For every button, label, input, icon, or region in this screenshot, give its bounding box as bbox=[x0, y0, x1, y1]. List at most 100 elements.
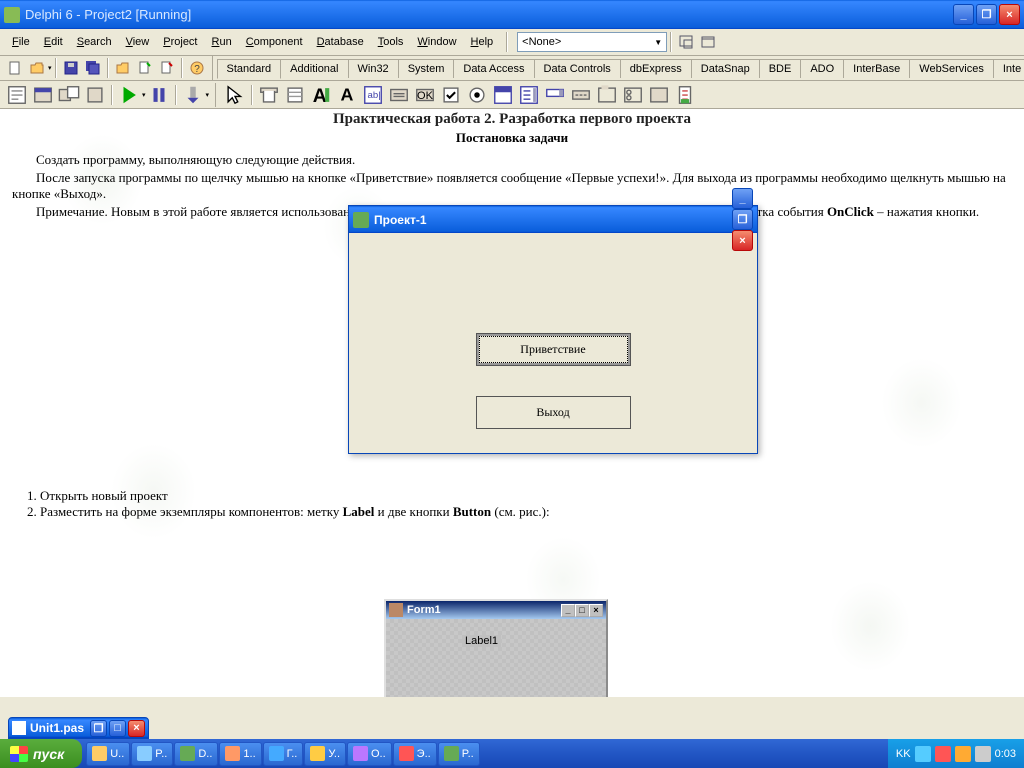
tab-datasnap[interactable]: DataSnap bbox=[691, 59, 760, 78]
save-icon[interactable] bbox=[61, 58, 81, 78]
form1-maximize[interactable]: □ bbox=[575, 604, 589, 617]
exit-button[interactable]: Выход bbox=[476, 396, 631, 429]
tab-bde[interactable]: BDE bbox=[759, 59, 802, 78]
toggle-form-unit-icon[interactable] bbox=[57, 83, 81, 107]
radiogroup-icon[interactable] bbox=[569, 83, 593, 107]
tab-ado[interactable]: ADO bbox=[800, 59, 844, 78]
task-item[interactable]: P.. bbox=[131, 742, 173, 766]
language-indicator[interactable]: KK bbox=[896, 748, 911, 760]
listbox-icon[interactable] bbox=[465, 83, 489, 107]
tray-icon[interactable] bbox=[935, 746, 951, 762]
mainmenu-icon[interactable] bbox=[257, 83, 281, 107]
menu-help[interactable]: Help bbox=[464, 34, 501, 50]
running-app-titlebar[interactable]: Проект-1 _ ❐ × bbox=[349, 206, 757, 233]
menu-tools[interactable]: Tools bbox=[371, 34, 411, 50]
form1-minimize[interactable]: _ bbox=[561, 604, 575, 617]
tab-webservices[interactable]: WebServices bbox=[909, 59, 994, 78]
taskbar-tasks: U.. P.. D.. 1.. Г.. У.. О.. Э.. P.. bbox=[82, 742, 888, 766]
unit-icon bbox=[12, 721, 26, 735]
task-item[interactable]: D.. bbox=[174, 742, 218, 766]
tray-icon[interactable] bbox=[955, 746, 971, 762]
runapp-maximize[interactable]: ❐ bbox=[732, 209, 753, 230]
close-button[interactable]: × bbox=[999, 4, 1020, 25]
menu-edit[interactable]: Edit bbox=[37, 34, 70, 50]
open-project-icon[interactable] bbox=[113, 58, 133, 78]
run-icon[interactable] bbox=[117, 83, 141, 107]
form1-title: Form1 bbox=[407, 604, 561, 616]
view-form-icon[interactable] bbox=[31, 83, 55, 107]
menu-component[interactable]: Component bbox=[239, 34, 310, 50]
new-form-icon[interactable] bbox=[83, 83, 107, 107]
help-icon[interactable]: ? bbox=[187, 58, 207, 78]
combobox-icon[interactable] bbox=[491, 83, 515, 107]
tab-standard[interactable]: Standard bbox=[217, 59, 282, 79]
task-item[interactable]: О.. bbox=[347, 742, 392, 766]
task-item[interactable]: P.. bbox=[438, 742, 480, 766]
menu-file[interactable]: File bbox=[5, 34, 37, 50]
popupmenu-icon[interactable] bbox=[283, 83, 307, 107]
edit-icon[interactable]: A bbox=[335, 83, 359, 107]
task-item[interactable]: U.. bbox=[86, 742, 130, 766]
maximize-button[interactable]: ❐ bbox=[976, 4, 997, 25]
new-icon[interactable] bbox=[5, 58, 25, 78]
scrollbar-icon[interactable] bbox=[517, 83, 541, 107]
frames-icon[interactable] bbox=[647, 83, 671, 107]
start-button[interactable]: пуск bbox=[0, 739, 82, 768]
actionlist-icon[interactable] bbox=[621, 83, 645, 107]
menu-view[interactable]: View bbox=[119, 34, 157, 50]
unit-maximize[interactable]: □ bbox=[109, 720, 126, 737]
form1-design: Form1 _ □ × Label1 Button1 Button2 bbox=[384, 599, 608, 697]
doc-title: Практическая работа 2. Разработка первог… bbox=[12, 109, 1012, 128]
tab-win32[interactable]: Win32 bbox=[348, 59, 399, 78]
tab-more[interactable]: Inte bbox=[993, 59, 1024, 78]
memo-icon[interactable]: ab| bbox=[361, 83, 385, 107]
pointer-icon[interactable] bbox=[223, 83, 247, 107]
add-file-icon[interactable] bbox=[135, 58, 155, 78]
menu-run[interactable]: Run bbox=[205, 34, 239, 50]
trace-into-icon[interactable] bbox=[181, 83, 205, 107]
tab-data-access[interactable]: Data Access bbox=[453, 59, 534, 78]
unit-close[interactable]: × bbox=[128, 720, 145, 737]
tray-icon[interactable] bbox=[975, 746, 991, 762]
panel-icon[interactable] bbox=[595, 83, 619, 107]
tab-interbase[interactable]: InterBase bbox=[843, 59, 910, 78]
runapp-close[interactable]: × bbox=[732, 230, 753, 251]
save-all-icon[interactable] bbox=[83, 58, 103, 78]
unit-tab[interactable]: Unit1.pas ❐ □ × bbox=[8, 717, 149, 739]
component-icon[interactable] bbox=[673, 83, 697, 107]
tab-system[interactable]: System bbox=[398, 59, 455, 78]
pause-icon[interactable] bbox=[147, 83, 171, 107]
form1-label[interactable]: Label1 bbox=[462, 635, 501, 647]
menu-project[interactable]: Project bbox=[156, 34, 204, 50]
menu-database[interactable]: Database bbox=[310, 34, 371, 50]
system-tray: KK 0:03 bbox=[888, 739, 1024, 768]
form1-close[interactable]: × bbox=[589, 604, 603, 617]
ide-title: Delphi 6 - Project2 [Running] bbox=[25, 7, 953, 22]
label-icon[interactable]: A bbox=[309, 83, 333, 107]
tab-dbexpress[interactable]: dbExpress bbox=[620, 59, 692, 78]
remove-file-icon[interactable] bbox=[157, 58, 177, 78]
radiobutton-icon[interactable] bbox=[439, 83, 463, 107]
task-item[interactable]: Э.. bbox=[393, 742, 437, 766]
component-select[interactable]: <None>▼ bbox=[517, 32, 667, 52]
checkbox-icon[interactable]: OK bbox=[413, 83, 437, 107]
greeting-button[interactable]: Приветствие bbox=[476, 333, 631, 366]
toolbar-icon[interactable] bbox=[698, 32, 718, 52]
tray-icon[interactable] bbox=[915, 746, 931, 762]
task-item[interactable]: Г.. bbox=[263, 742, 304, 766]
minimize-button[interactable]: _ bbox=[953, 4, 974, 25]
groupbox-icon[interactable] bbox=[543, 83, 567, 107]
view-unit-icon[interactable] bbox=[5, 83, 29, 107]
tab-additional[interactable]: Additional bbox=[280, 59, 348, 78]
toolbar-icon[interactable] bbox=[676, 32, 696, 52]
unit-restore[interactable]: ❐ bbox=[90, 720, 107, 737]
clock[interactable]: 0:03 bbox=[995, 748, 1016, 760]
button-icon[interactable] bbox=[387, 83, 411, 107]
menu-window[interactable]: Window bbox=[410, 34, 463, 50]
runapp-minimize[interactable]: _ bbox=[732, 188, 753, 209]
task-item[interactable]: У.. bbox=[304, 742, 346, 766]
menu-search[interactable]: Search bbox=[70, 34, 119, 50]
open-icon[interactable] bbox=[27, 58, 47, 78]
task-item[interactable]: 1.. bbox=[219, 742, 261, 766]
tab-data-controls[interactable]: Data Controls bbox=[534, 59, 621, 78]
